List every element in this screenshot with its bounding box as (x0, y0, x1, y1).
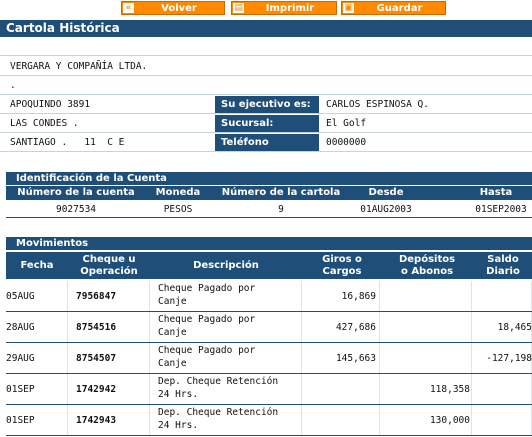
movement-operation: 1742943 (76, 415, 117, 426)
movement-row: 05AUG 7956847 Cheque Pagado por Canje 16,869 (6, 281, 532, 312)
account-values-row: 9027534 PESOS 9 01AUG2003 01SEP2003 (6, 200, 532, 218)
statement-number-header: Número de la cartola (221, 187, 341, 198)
movement-charge: 16,869 (341, 291, 376, 302)
movement-cell (472, 405, 532, 435)
date-header: Fecha (20, 260, 54, 271)
back-arrow-icon: « (123, 3, 134, 13)
phone-value: 0000000 (326, 137, 367, 148)
movement-row: 29AUG 8754507 Cheque Pagado por Canje 145,66… (6, 343, 532, 374)
movement-description-line2: Canje (158, 358, 187, 369)
page-title: Cartola Histórica (0, 20, 532, 37)
deposits-header-line1: Depósitos (398, 254, 456, 265)
charges-header-line2: Cargos (322, 266, 362, 277)
movement-description-line2: Canje (158, 327, 187, 338)
to-date-header: Hasta (479, 187, 513, 198)
movement-row: 28AUG 8754516 Cheque Pagado por Canje 427,68… (6, 312, 532, 343)
movement-date: 28AUG (6, 322, 35, 333)
movement-cell (472, 374, 532, 404)
balance-header-line1: Saldo (487, 254, 519, 265)
account-number: 9027534 (55, 204, 97, 215)
movement-operation: 8754507 (76, 353, 117, 364)
charges-header-line1: Giros o (322, 254, 362, 265)
movements-header-row: Fecha Cheque u Operación Descripción Gir… (6, 252, 532, 279)
description-header: Descripción (193, 260, 259, 271)
movement-description-line1: Dep. Cheque Retención (158, 407, 279, 418)
deposits-header-line2: o Abonos (400, 266, 454, 277)
movement-date: 29AUG (6, 353, 35, 364)
movement-operation: 8754516 (76, 322, 117, 333)
movement-description-line1: Cheque Pagado por (158, 283, 256, 294)
movements-section-title: Movimientos (6, 237, 532, 250)
movement-cell (380, 312, 472, 342)
address-line-3: SANTIAGO . 11 C E (10, 137, 125, 148)
dot-row: . (0, 77, 532, 95)
movement-cell (380, 343, 472, 373)
account-number-header: Número de la cuenta (17, 187, 135, 198)
printer-icon: ▤ (233, 3, 244, 13)
print-button[interactable]: ▤ Imprimir (231, 1, 337, 15)
movement-balance: -127,198 (486, 353, 532, 364)
executive-label: Su ejecutivo es: (215, 96, 319, 113)
movement-description-line1: Cheque Pagado por (158, 345, 256, 356)
currency-header: Moneda (155, 187, 201, 198)
from-date-header: Desde (368, 187, 404, 198)
movement-charge: 145,663 (335, 353, 376, 364)
movement-deposit: 118,358 (429, 384, 470, 395)
movement-operation: 1742942 (76, 384, 117, 395)
balance-header-line2: Diario (486, 266, 520, 277)
operation-header-line1: Cheque u (82, 254, 136, 265)
save-file-button[interactable]: ▣ Guardar Archivo (341, 1, 446, 28)
movement-cell (302, 374, 380, 404)
branch-label: Sucursal: (215, 115, 319, 132)
movement-charge: 427,686 (335, 322, 376, 333)
branch-value: El Golf (326, 118, 367, 129)
address-row-3: SANTIAGO . 11 C E Teléfono 0000000 (0, 134, 532, 152)
executive-value: CARLOS ESPINOSA Q. (326, 99, 429, 110)
movement-balance: 18,465 (497, 322, 532, 333)
account-section-title: Identificación de la Cuenta (6, 172, 532, 185)
movement-date: 05AUG (6, 291, 35, 302)
company-name: VERGARA Y COMPAÑÍA LTDA. (10, 61, 148, 72)
movement-operation: 7956847 (76, 291, 117, 302)
movement-row: 01SEP 1742942 Dep. Cheque Retención 24 Hrs.… (6, 374, 532, 405)
movement-date: 01SEP (6, 384, 35, 395)
company-row: VERGARA Y COMPAÑÍA LTDA. (0, 58, 532, 76)
movement-row: 01SEP 1742943 Dep. Cheque Retención 24 Hrs.… (6, 405, 532, 436)
movement-description-line1: Cheque Pagado por (158, 314, 256, 325)
address-row-1: APOQUINDO 3891 Su ejecutivo es: CARLOS E… (0, 96, 532, 114)
save-disk-icon: ▣ (343, 3, 354, 13)
account-header-row: Número de la cuenta Moneda Número de la … (6, 186, 532, 200)
movement-date: 01SEP (6, 415, 35, 426)
currency: PESOS (163, 204, 193, 215)
movement-deposit: 130,000 (429, 415, 470, 426)
address-line-2: LAS CONDES . (10, 118, 79, 129)
address-line-1: APOQUINDO 3891 (10, 99, 91, 110)
dot-text: . (10, 80, 16, 91)
movement-description-line2: 24 Hrs. (158, 389, 199, 400)
address-row-2: LAS CONDES . Sucursal: El Golf (0, 115, 532, 133)
operation-header-line2: Operación (80, 266, 138, 277)
phone-label: Teléfono (215, 134, 319, 151)
from-date: 01AUG2003 (360, 204, 412, 215)
statement-number: 9 (278, 204, 284, 215)
toolbar: « Volver ▤ Imprimir ▣ Guardar Archivo (0, 0, 532, 28)
back-button[interactable]: « Volver (121, 1, 225, 15)
movement-cell (472, 281, 532, 311)
movement-cell (380, 281, 472, 311)
to-date: 01SEP2003 (475, 204, 527, 215)
blank-row (0, 38, 532, 56)
movement-description-line2: Canje (158, 296, 187, 307)
movement-cell (302, 405, 380, 435)
movement-description-line1: Dep. Cheque Retención (158, 376, 279, 387)
movement-description-line2: 24 Hrs. (158, 420, 199, 431)
